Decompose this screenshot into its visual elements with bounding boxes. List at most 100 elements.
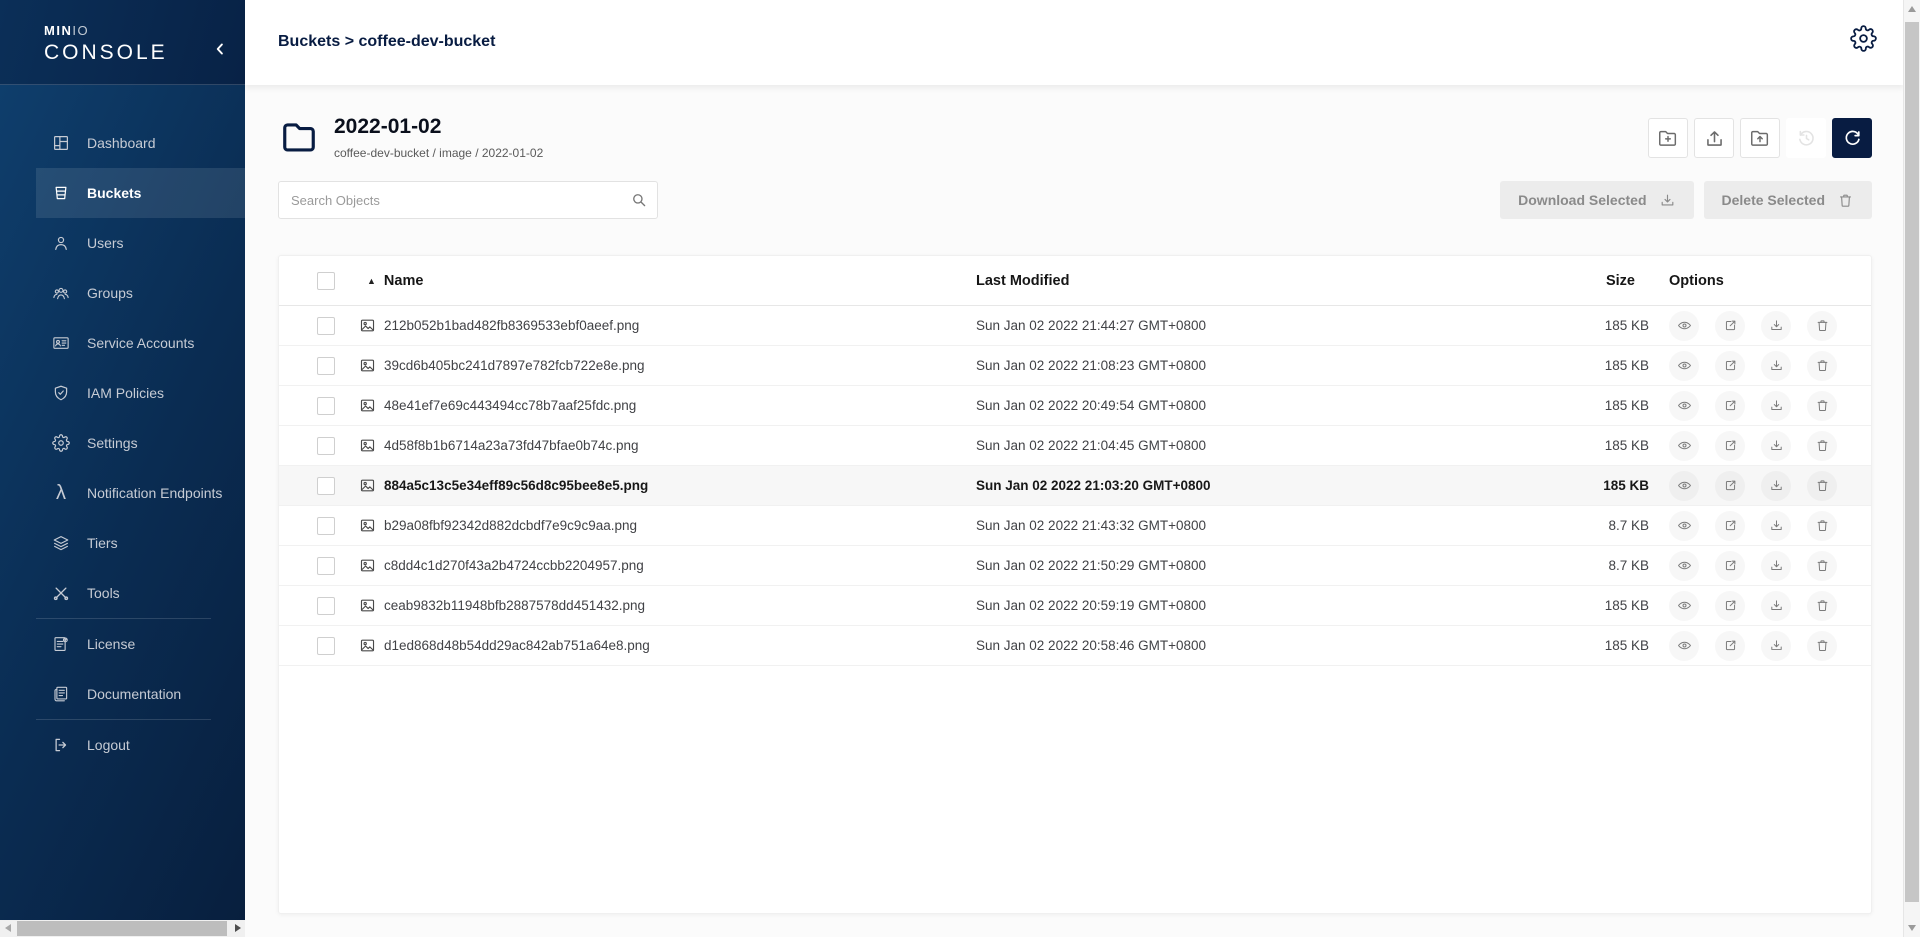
preview-object-button[interactable] (1669, 391, 1699, 421)
preview-object-button[interactable] (1669, 631, 1699, 661)
share-object-button[interactable] (1715, 351, 1745, 381)
upload-file-button[interactable] (1694, 118, 1734, 158)
row-checkbox[interactable] (317, 637, 335, 655)
license-icon (52, 635, 70, 653)
download-object-button[interactable] (1761, 351, 1791, 381)
preview-object-button[interactable] (1669, 351, 1699, 381)
horizontal-scrollbar[interactable] (0, 920, 245, 937)
scroll-up-arrow-icon[interactable] (1908, 6, 1916, 12)
sidebar-item-groups[interactable]: Groups (36, 268, 245, 318)
delete-object-button[interactable] (1807, 471, 1837, 501)
row-checkbox[interactable] (317, 317, 335, 335)
download-selected-button[interactable]: Download Selected (1500, 181, 1693, 219)
sidebar-item-license[interactable]: License (36, 619, 245, 669)
share-icon (1723, 558, 1738, 573)
download-object-button[interactable] (1761, 391, 1791, 421)
vertical-scrollbar-thumb[interactable] (1905, 22, 1919, 902)
preview-object-button[interactable] (1669, 551, 1699, 581)
delete-object-button[interactable] (1807, 311, 1837, 341)
delete-object-button[interactable] (1807, 351, 1837, 381)
column-header-name[interactable]: ▲Name (351, 273, 941, 289)
table-row[interactable]: 4d58f8b1b6714a23a73fd47bfae0b74c.png Sun… (279, 426, 1871, 466)
sidebar-item-settings[interactable]: Settings (36, 418, 245, 468)
share-object-button[interactable] (1715, 311, 1745, 341)
sidebar-item-dashboard[interactable]: Dashboard (36, 118, 245, 168)
refresh-button[interactable] (1832, 118, 1872, 158)
download-object-button[interactable] (1761, 311, 1791, 341)
sidebar-item-service-accounts[interactable]: Service Accounts (36, 318, 245, 368)
download-icon (1769, 558, 1784, 573)
table-row[interactable]: 48e41ef7e69c443494cc78b7aaf25fdc.png Sun… (279, 386, 1871, 426)
delete-object-button[interactable] (1807, 551, 1837, 581)
share-object-button[interactable] (1715, 471, 1745, 501)
delete-object-button[interactable] (1807, 391, 1837, 421)
preview-object-button[interactable] (1669, 591, 1699, 621)
row-checkbox[interactable] (317, 357, 335, 375)
row-checkbox[interactable] (317, 477, 335, 495)
share-object-button[interactable] (1715, 551, 1745, 581)
sidebar-item-tools[interactable]: Tools (36, 568, 245, 618)
table-row[interactable]: d1ed868d48b54dd29ac842ab751a64e8.png Sun… (279, 626, 1871, 666)
row-checkbox[interactable] (317, 557, 335, 575)
scroll-down-arrow-icon[interactable] (1908, 925, 1916, 931)
preview-object-button[interactable] (1669, 311, 1699, 341)
sidebar-item-tiers[interactable]: Tiers (36, 518, 245, 568)
share-object-button[interactable] (1715, 391, 1745, 421)
page-title: 2022-01-02 (334, 115, 543, 139)
table-body: 212b052b1bad482fb8369533ebf0aeef.png Sun… (279, 306, 1871, 666)
delete-selected-button[interactable]: Delete Selected (1704, 181, 1873, 219)
select-all-checkbox[interactable] (317, 272, 335, 290)
upload-folder-button[interactable] (1740, 118, 1780, 158)
groups-icon (52, 284, 70, 302)
delete-object-button[interactable] (1807, 431, 1837, 461)
object-name: 884a5c13c5e34eff89c56d8c95bee8e5.png (384, 478, 648, 493)
sidebar-collapse-button[interactable] (209, 38, 231, 60)
row-checkbox[interactable] (317, 397, 335, 415)
row-checkbox[interactable] (317, 517, 335, 535)
download-object-button[interactable] (1761, 471, 1791, 501)
search-objects-input[interactable] (278, 181, 658, 219)
delete-object-button[interactable] (1807, 591, 1837, 621)
sidebar-item-label: Settings (87, 435, 138, 451)
eye-icon (1677, 358, 1692, 373)
scroll-left-arrow-icon[interactable] (5, 924, 11, 932)
vertical-scrollbar[interactable] (1903, 0, 1920, 937)
sidebar-item-notification-endpoints[interactable]: λNotification Endpoints (36, 468, 245, 518)
horizontal-scrollbar-thumb[interactable] (17, 921, 227, 936)
table-row[interactable]: 39cd6b405bc241d7897e782fcb722e8e.png Sun… (279, 346, 1871, 386)
share-object-button[interactable] (1715, 431, 1745, 461)
scroll-right-arrow-icon[interactable] (235, 924, 241, 932)
share-object-button[interactable] (1715, 631, 1745, 661)
preview-object-button[interactable] (1669, 471, 1699, 501)
download-object-button[interactable] (1761, 591, 1791, 621)
download-object-button[interactable] (1761, 631, 1791, 661)
sidebar-item-logout[interactable]: Logout (36, 720, 245, 770)
table-row[interactable]: ceab9832b11948bfb2887578dd451432.png Sun… (279, 586, 1871, 626)
delete-object-button[interactable] (1807, 631, 1837, 661)
sidebar-item-iam-policies[interactable]: IAM Policies (36, 368, 245, 418)
object-size: 185 KB (1559, 638, 1651, 653)
table-row[interactable]: c8dd4c1d270f43a2b4724ccbb2204957.png Sun… (279, 546, 1871, 586)
share-object-button[interactable] (1715, 511, 1745, 541)
preview-object-button[interactable] (1669, 431, 1699, 461)
rewind-button[interactable] (1786, 118, 1826, 158)
download-icon (1769, 438, 1784, 453)
download-object-button[interactable] (1761, 431, 1791, 461)
row-checkbox[interactable] (317, 437, 335, 455)
delete-object-button[interactable] (1807, 511, 1837, 541)
download-object-button[interactable] (1761, 511, 1791, 541)
settings-gear-button[interactable] (1847, 24, 1879, 56)
sidebar-item-buckets[interactable]: Buckets (36, 168, 245, 218)
row-checkbox[interactable] (317, 597, 335, 615)
table-row[interactable]: 212b052b1bad482fb8369533ebf0aeef.png Sun… (279, 306, 1871, 346)
share-object-button[interactable] (1715, 591, 1745, 621)
table-row[interactable]: 884a5c13c5e34eff89c56d8c95bee8e5.png Sun… (279, 466, 1871, 506)
table-row[interactable]: b29a08fbf92342d882dcbdf7e9c9c9aa.png Sun… (279, 506, 1871, 546)
sidebar-item-documentation[interactable]: Documentation (36, 669, 245, 719)
new-path-button[interactable] (1648, 118, 1688, 158)
download-object-button[interactable] (1761, 551, 1791, 581)
sidebar-item-users[interactable]: Users (36, 218, 245, 268)
documentation-icon (52, 685, 70, 703)
object-size: 185 KB (1559, 598, 1651, 613)
preview-object-button[interactable] (1669, 511, 1699, 541)
